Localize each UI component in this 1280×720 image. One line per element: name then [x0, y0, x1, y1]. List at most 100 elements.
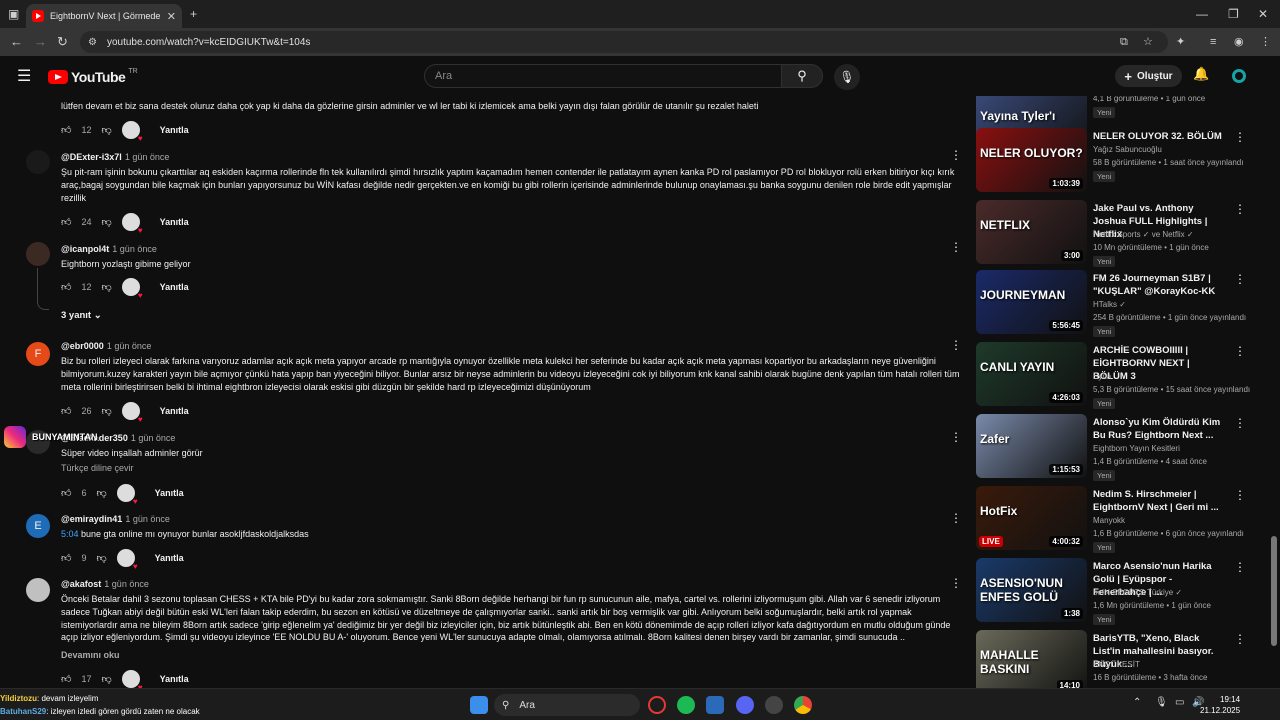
hamburger-menu-icon[interactable]: ☰	[17, 66, 31, 86]
comment-more-icon[interactable]: ⋮	[950, 338, 962, 352]
maximize-icon[interactable]: ❐	[1228, 0, 1239, 28]
notifications-bell-icon[interactable]: 🔔	[1193, 66, 1209, 82]
comment-author[interactable]: @akafost	[61, 579, 101, 589]
chrome-icon[interactable]	[794, 696, 812, 714]
create-button[interactable]: + Oluştur	[1115, 65, 1182, 87]
comment-more-icon[interactable]: ⋮	[950, 430, 962, 444]
video-more-icon[interactable]: ⋮	[1234, 344, 1246, 358]
avatar[interactable]	[26, 150, 50, 174]
dislike-icon[interactable]: 👎︎	[96, 552, 106, 564]
avatar[interactable]	[26, 242, 50, 266]
dislike-icon[interactable]: 👎︎	[101, 281, 111, 293]
like-icon[interactable]: 👍︎	[61, 552, 71, 564]
video-more-icon[interactable]: ⋮	[1234, 202, 1246, 216]
video-title[interactable]: NELER OLUYOR 32. BÖLÜM	[1093, 130, 1223, 143]
reading-list-icon[interactable]: ≡	[1210, 28, 1216, 56]
like-icon[interactable]: 👍︎	[61, 124, 71, 136]
video-more-icon[interactable]: ⋮	[1234, 488, 1246, 502]
video-thumbnail[interactable]: ASENSIO'NUN ENFES GOLÜ 1:38	[976, 558, 1087, 622]
like-icon[interactable]: 👍︎	[61, 487, 71, 499]
reply-button[interactable]: Yanıtla	[160, 282, 189, 292]
avatar[interactable]: F	[26, 342, 50, 366]
dislike-icon[interactable]: 👎︎	[101, 405, 111, 417]
profile-icon[interactable]: ◉	[1234, 28, 1244, 56]
minimize-icon[interactable]: —	[1196, 0, 1208, 28]
comment-more-icon[interactable]: ⋮	[950, 148, 962, 162]
channel-name[interactable]: Syna	[1093, 372, 1111, 381]
system-clock[interactable]: 19:14 21.12.2025	[1200, 694, 1240, 716]
opera-icon[interactable]	[648, 696, 666, 714]
reply-button[interactable]: Yanıtla	[155, 488, 184, 498]
comment-more-icon[interactable]: ⋮	[950, 240, 962, 254]
like-icon[interactable]: 👍︎	[61, 281, 71, 293]
channel-name[interactable]: Yağız Sabuncuoğlu	[1093, 145, 1162, 154]
reply-button[interactable]: Yanıtla	[155, 553, 184, 563]
video-thumbnail[interactable]: JOURNEYMAN 5:56:45	[976, 270, 1087, 334]
avatar[interactable]	[26, 578, 50, 602]
tab-close-icon[interactable]: ✕	[167, 10, 176, 23]
search-input[interactable]: Ara	[424, 64, 782, 88]
channel-name[interactable]: beIN SPORTS Türkiye ✓	[1093, 588, 1182, 597]
video-thumbnail[interactable]: MAHALLE BASKINI 14:10	[976, 630, 1087, 688]
video-thumbnail[interactable]: HotFix LIVE 4:00:32	[976, 486, 1087, 550]
comment-author[interactable]: @icanpol4t	[61, 244, 109, 254]
browser-menu-icon[interactable]: ⋮	[1260, 28, 1271, 56]
video-thumbnail[interactable]: CANLI YAYIN 4:26:03	[976, 342, 1087, 406]
comment-author[interactable]: @ebr0000	[61, 341, 104, 351]
scrollbar-thumb[interactable]	[1271, 536, 1277, 646]
video-more-icon[interactable]: ⋮	[1234, 416, 1246, 430]
dislike-icon[interactable]: 👎︎	[101, 124, 111, 136]
video-title[interactable]: FM 26 Journeyman S1B7 | "KUŞLAR" @KorayK…	[1093, 272, 1223, 298]
dislike-icon[interactable]: 👎︎	[101, 673, 111, 685]
forward-icon[interactable]: →	[34, 28, 47, 56]
comment-author[interactable]: @DExter-i3x7l	[61, 152, 122, 162]
like-icon[interactable]: 👍︎	[61, 216, 71, 228]
video-more-icon[interactable]: ⋮	[1234, 272, 1246, 286]
extensions-icon[interactable]: ✦	[1176, 28, 1185, 56]
scrollbar[interactable]	[1270, 96, 1278, 688]
tab-menu-icon[interactable]: ▣	[8, 0, 19, 28]
dislike-icon[interactable]: 👎︎	[101, 216, 111, 228]
translate-link[interactable]: Türkçe diline çevir	[61, 462, 966, 475]
account-avatar[interactable]	[1232, 69, 1246, 83]
voice-search-button[interactable]: 🎙	[834, 64, 860, 90]
steam-icon[interactable]	[765, 696, 783, 714]
channel-name[interactable]: Manyokk	[1093, 516, 1125, 525]
video-more-icon[interactable]: ⋮	[1234, 130, 1246, 144]
video-title[interactable]: ARCHİE COWBOIIIII | EİGHTBORNV NEXT | BÖ…	[1093, 344, 1223, 383]
channel-name[interactable]: Netflix Sports ✓ ve Netflix ✓	[1093, 230, 1194, 239]
like-icon[interactable]: 👍︎	[61, 405, 71, 417]
channel-name[interactable]: KNGL KESİT	[1093, 660, 1140, 669]
reload-icon[interactable]: ↻	[57, 28, 68, 56]
mic-tray-icon[interactable]: 🎙	[1155, 697, 1168, 708]
bookmark-star-icon[interactable]: ☆	[1143, 28, 1153, 56]
site-info-icon[interactable]: ⚙	[88, 37, 97, 48]
window-close-icon[interactable]: ✕	[1258, 0, 1268, 28]
back-icon[interactable]: ←	[10, 28, 23, 56]
video-title[interactable]: Alonso`yu Kim Öldürdü Kim Bu Rus? Eightb…	[1093, 416, 1223, 442]
channel-name[interactable]: Eightborn Yayın Kesitleri	[1093, 444, 1180, 453]
video-thumbnail[interactable]: NETFLIX 3:00	[976, 200, 1087, 264]
install-icon[interactable]: ⧉	[1120, 28, 1128, 56]
read-more-link[interactable]: Devamını oku	[61, 649, 966, 662]
search-button[interactable]: ⚲	[781, 64, 823, 88]
like-icon[interactable]: 👍︎	[61, 673, 71, 685]
avatar[interactable]: E	[26, 514, 50, 538]
video-thumbnail[interactable]: NELER OLUYOR? 1:03:39	[976, 128, 1087, 192]
taskbar-search[interactable]: ⚲ Ara	[494, 694, 640, 716]
reply-button[interactable]: Yanıtla	[160, 406, 189, 416]
network-icon[interactable]: ▭	[1175, 697, 1184, 708]
video-more-icon[interactable]: ⋮	[1234, 632, 1246, 646]
youtube-logo[interactable]: YouTube TR	[48, 68, 138, 85]
chevron-up-icon[interactable]: ⌃	[1133, 697, 1141, 708]
url-field[interactable]: ⚙ youtube.com/watch?v=kcEIDGIUKTw&t=104s	[80, 31, 1168, 53]
app-icon[interactable]	[706, 696, 724, 714]
discord-icon[interactable]	[736, 696, 754, 714]
video-title[interactable]: Nedim S. Hirschmeier | EightbornV Next |…	[1093, 488, 1223, 514]
browser-tab[interactable]: EightbornV Next | Görmeden Ö ✕	[26, 4, 182, 28]
reply-button[interactable]: Yanıtla	[160, 217, 189, 227]
reply-button[interactable]: Yanıtla	[160, 674, 189, 684]
video-more-icon[interactable]: ⋮	[1234, 560, 1246, 574]
dislike-icon[interactable]: 👎︎	[96, 487, 106, 499]
reply-button[interactable]: Yanıtla	[160, 125, 189, 135]
